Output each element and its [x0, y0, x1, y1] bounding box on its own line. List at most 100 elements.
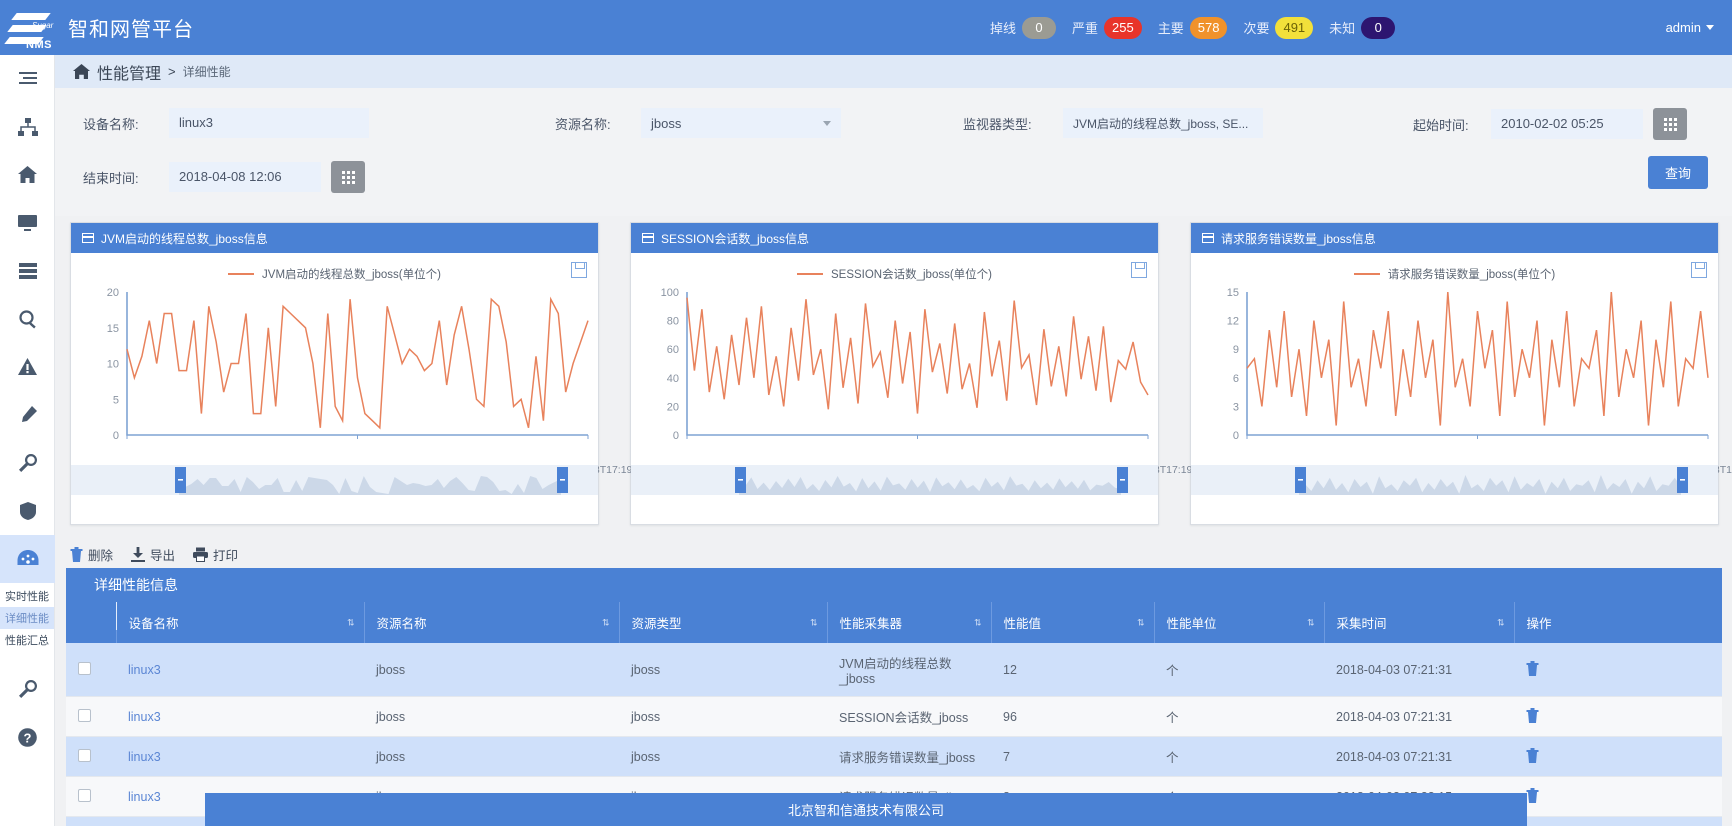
start-time-calendar-icon[interactable] [1653, 108, 1687, 140]
sidebar-item-security[interactable] [0, 487, 55, 535]
device-name-input[interactable] [169, 108, 369, 138]
device-link[interactable]: linux3 [128, 790, 161, 804]
sidebar: 实时性能 详细性能 性能汇总 ? [0, 55, 55, 826]
cell-actions [1514, 736, 1722, 777]
column-header-3[interactable]: 性能采集器 ⇅ [827, 602, 992, 643]
delete-row-icon[interactable] [1526, 660, 1539, 676]
save-chart-icon[interactable] [1691, 262, 1707, 278]
wrench-icon [18, 680, 37, 698]
breadcrumb-main[interactable]: 性能管理 [97, 60, 161, 84]
sort-icon[interactable]: ⇅ [1137, 618, 1144, 627]
device-link[interactable]: linux3 [128, 710, 161, 724]
cell-actions [1514, 776, 1722, 817]
column-header-label: 性能单位 [1166, 617, 1217, 631]
alarm-item-1[interactable]: 严重 255 [1072, 16, 1142, 39]
user-menu[interactable]: admin [1666, 0, 1714, 55]
column-header-2[interactable]: 资源类型 ⇅ [619, 602, 828, 643]
sidebar-item-settings[interactable] [0, 665, 55, 713]
cell-collector: JVM启动的线程总数_jboss [827, 643, 991, 697]
cell-device[interactable]: linux3 [116, 736, 364, 777]
table-row[interactable]: linux3 jboss jboss SESSION会话数_jboss 96 个 2018-… [66, 696, 1722, 737]
chart-range-slider[interactable] [71, 465, 598, 495]
table-row[interactable]: linux3 jboss jboss 请求服务错误数量_jboss 7 个 2018-04-… [66, 736, 1722, 777]
alarm-item-0[interactable]: 掉线 0 [990, 16, 1057, 39]
delete-row-icon[interactable] [1526, 747, 1539, 763]
row-checkbox[interactable] [78, 661, 91, 675]
delete-row-icon[interactable] [1526, 707, 1539, 723]
sort-icon[interactable]: ⇅ [1307, 618, 1314, 627]
sidebar-item-menu-list[interactable] [0, 55, 55, 103]
sidebar-submenu-item-1[interactable]: 详细性能 [0, 607, 54, 629]
end-time-calendar-icon[interactable] [331, 161, 365, 193]
resource-name-select[interactable]: jboss [641, 108, 841, 138]
chart-range-slider[interactable] [631, 465, 1158, 495]
sidebar-item-monitor[interactable] [0, 199, 55, 247]
column-header-0[interactable]: 设备名称 ⇅ [116, 602, 365, 643]
column-header-7[interactable]: 操作 [1514, 602, 1722, 643]
column-header-label: 资源类型 [631, 617, 682, 631]
row-checkbox[interactable] [78, 788, 91, 802]
sidebar-item-help[interactable]: ? [0, 713, 55, 761]
charts-container: JVM启动的线程总数_jboss信息 JVM启动的线程总数_jboss(单位个) 0… [70, 222, 1732, 525]
alarm-item-3[interactable]: 次要 491 [1243, 16, 1314, 39]
sort-icon[interactable]: ⇅ [974, 618, 981, 627]
svg-text:6: 6 [1233, 373, 1239, 385]
sidebar-item-config[interactable] [0, 391, 55, 439]
cell-unit: 个 [1154, 736, 1324, 777]
chart-range-slider[interactable] [1191, 465, 1718, 495]
table-row[interactable]: linux3 jboss jboss JVM启动的线程总数_jboss 12 个 2018-… [66, 643, 1722, 697]
cell-resource: jboss [364, 696, 619, 737]
delete-button[interactable]: 删除 [70, 545, 113, 564]
chart-panel-title: SESSION会话数_jboss信息 [661, 231, 810, 246]
filter-form: 设备名称: 资源名称: jboss 监视器类型: JVM启动的线程总数_jbos… [55, 88, 1732, 216]
row-checkbox[interactable] [78, 708, 91, 722]
download-icon [131, 547, 146, 562]
device-link[interactable]: linux3 [128, 750, 161, 764]
alarm-count-badge: 0 [1022, 16, 1057, 39]
sidebar-item-assets[interactable] [0, 247, 55, 295]
cell-device[interactable]: linux3 [116, 643, 364, 697]
alarm-item-2[interactable]: 主要 578 [1158, 16, 1228, 39]
sidebar-item-performance[interactable] [0, 535, 55, 583]
export-button[interactable]: 导出 [131, 545, 175, 564]
sort-icon[interactable]: ⇅ [1497, 618, 1504, 627]
sort-icon[interactable]: ⇅ [602, 618, 609, 627]
row-checkbox[interactable] [78, 748, 91, 762]
monitor-type-select[interactable]: JVM启动的线程总数_jboss, SE... [1063, 108, 1263, 138]
column-header-5[interactable]: 性能单位 ⇅ [1154, 602, 1325, 643]
print-button[interactable]: 打印 [193, 545, 238, 564]
sidebar-item-search[interactable] [0, 295, 55, 343]
device-link[interactable]: linux3 [128, 663, 161, 677]
column-header-6[interactable]: 采集时间 ⇅ [1324, 602, 1515, 643]
save-chart-icon[interactable] [1131, 262, 1147, 278]
query-button[interactable]: 查询 [1647, 156, 1708, 189]
chart-body: 请求服务错误数量_jboss(单位个)036912152018-04-03T07… [1191, 253, 1732, 495]
start-time-input[interactable] [1491, 109, 1643, 139]
row-checkbox-cell [66, 776, 116, 817]
logo[interactable]: Sugar NMS [0, 0, 62, 55]
cell-device[interactable]: linux3 [116, 696, 364, 737]
sidebar-item-alarm[interactable] [0, 343, 55, 391]
column-header-4[interactable]: 性能值 ⇅ [991, 602, 1155, 643]
sidebar-item-tools[interactable] [0, 439, 55, 487]
search-icon [18, 310, 36, 329]
sidebar-submenu-item-0[interactable]: 实时性能 [0, 585, 54, 607]
svg-text:10: 10 [107, 359, 119, 371]
sidebar-submenu-item-2[interactable]: 性能汇总 [0, 629, 54, 651]
row-checkbox-cell [66, 643, 116, 697]
column-header-1[interactable]: 资源名称 ⇅ [364, 602, 620, 643]
save-chart-icon[interactable] [571, 262, 587, 278]
legend-label: JVM启动的线程总数_jboss(单位个) [262, 269, 441, 281]
alarm-item-4[interactable]: 未知 0 [1329, 16, 1396, 39]
legend-label: SESSION会话数_jboss(单位个) [830, 269, 993, 281]
sort-icon[interactable]: ⇅ [347, 618, 354, 627]
alarm-count-badge: 491 [1275, 16, 1314, 39]
end-time-input[interactable] [169, 162, 321, 192]
sidebar-item-home[interactable] [0, 151, 55, 199]
sort-icon[interactable]: ⇅ [810, 618, 817, 627]
sidebar-item-topology[interactable] [0, 103, 55, 151]
delete-row-icon[interactable] [1526, 787, 1539, 803]
svg-text:5: 5 [113, 394, 119, 406]
svg-text:15: 15 [107, 323, 119, 335]
monitor-icon [18, 215, 37, 231]
